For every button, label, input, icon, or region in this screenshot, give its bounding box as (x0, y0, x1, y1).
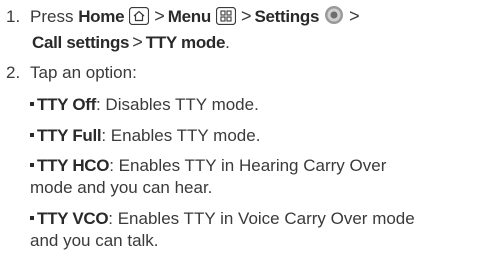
menu-icon (215, 6, 237, 31)
call-settings-label: Call settings (32, 33, 130, 52)
menu-key-label: Menu (167, 7, 211, 26)
option-name: TTY VCO (37, 209, 109, 228)
bullet (30, 133, 34, 137)
step-number: 1. (6, 7, 21, 26)
option-line-2: mode and you can hear. (30, 178, 213, 197)
option-tty-hco: TTY HCO: Enables TTY in Hearing Carry Ov… (30, 155, 480, 199)
bullet (30, 163, 34, 167)
option-desc: : Disables TTY mode. (95, 95, 259, 114)
settings-key-label: Settings (254, 7, 320, 26)
option-name: TTY Off (37, 95, 96, 114)
step-1-line-2: Call settings > TTY mode. (6, 31, 363, 54)
option-desc: : Enables TTY in Hearing Carry Over (109, 156, 387, 175)
manual-page: 1. Press Home > Menu > Settings > Call setting… (0, 0, 484, 258)
home-icon (129, 6, 150, 31)
separator: > (349, 6, 360, 26)
step-1: 1. Press Home > Menu > Settings > Call setting… (6, 5, 363, 54)
step-2-text: Tap an option: (30, 63, 137, 82)
option-line-1: TTY HCO: Enables TTY in Hearing Carry Ov… (30, 155, 480, 177)
option-line-2: and you can talk. (30, 231, 159, 250)
option-name: TTY Full (37, 126, 102, 145)
press-text: Press (30, 7, 74, 26)
step-number: 2. (6, 63, 21, 82)
option-tty-vco: TTY VCO: Enables TTY in Voice Carry Over… (30, 208, 480, 252)
option-desc: : Enables TTY mode. (101, 126, 261, 145)
option-tty-off: TTY Off: Disables TTY mode. (30, 94, 480, 116)
settings-icon (324, 5, 344, 31)
period: . (225, 33, 230, 52)
option-line-1: TTY VCO: Enables TTY in Voice Carry Over… (30, 208, 480, 230)
step-2: 2. Tap an option: (6, 62, 137, 84)
option-tty-full: TTY Full: Enables TTY mode. (30, 125, 480, 147)
option-desc: : Enables TTY in Voice Carry Over mode (108, 209, 415, 228)
bullet (30, 102, 34, 106)
option-name: TTY HCO (37, 156, 110, 175)
bullet (30, 216, 34, 220)
tty-mode-label: TTY mode (145, 33, 226, 52)
home-key-label: Home (78, 7, 125, 26)
separator: > (240, 6, 252, 26)
separator: > (154, 6, 165, 26)
step-1-line-1: 1. Press Home > Menu > Settings > (6, 5, 363, 31)
separator: > (132, 32, 143, 52)
